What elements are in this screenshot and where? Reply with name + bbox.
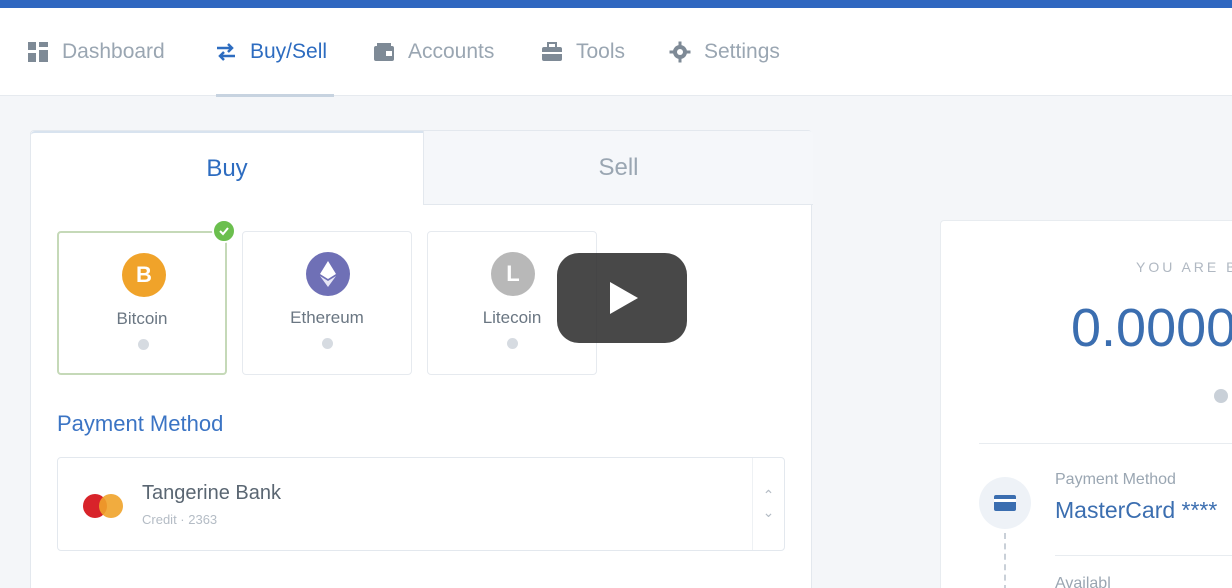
nav-dashboard[interactable]: Dashboard	[26, 36, 165, 68]
coin-option-bitcoin[interactable]: B Bitcoin	[57, 231, 227, 375]
active-tab-indicator	[216, 94, 334, 97]
play-icon	[610, 282, 638, 314]
dashboard-icon	[26, 40, 50, 64]
briefcase-icon	[540, 40, 564, 64]
nav-label: Settings	[704, 40, 780, 63]
bitcoin-icon: B	[122, 253, 166, 297]
buy-sell-card: Buy Sell B Bitcoin Ethereum L Litecoin P…	[30, 130, 813, 588]
currency-dot	[1214, 389, 1228, 403]
payment-method-select[interactable]: Tangerine Bank Credit · 2363 ⌃ ⌄	[57, 457, 785, 551]
swap-icon	[214, 40, 238, 64]
status-dot	[322, 338, 333, 349]
coin-name: Bitcoin	[116, 309, 168, 328]
tab-buy[interactable]: Buy	[31, 131, 423, 205]
ethereum-icon	[306, 252, 350, 296]
main-navigation: Dashboard Buy/Sell Accounts Tools Settin…	[0, 8, 1232, 97]
credit-card-icon	[979, 477, 1031, 529]
payment-card-detail: Credit · 2363	[142, 512, 218, 527]
status-dot	[138, 339, 149, 350]
coin-option-ethereum[interactable]: Ethereum	[242, 231, 412, 375]
summary-payment-value: MasterCard ****	[1055, 497, 1218, 523]
chevron-updown-icon: ⌃ ⌄	[752, 458, 784, 550]
payment-bank-name: Tangerine Bank	[142, 482, 281, 504]
order-summary-card: YOU ARE B 0.0000 Payment Method MasterCa…	[940, 220, 1232, 588]
summary-available-label: Availabl	[1055, 575, 1111, 588]
divider	[979, 443, 1232, 444]
nav-accounts[interactable]: Accounts	[372, 36, 494, 68]
payment-method-heading: Payment Method	[57, 411, 224, 436]
top-accent-bar	[0, 0, 1232, 8]
nav-label: Buy/Sell	[250, 40, 328, 63]
nav-label: Dashboard	[62, 40, 165, 63]
litecoin-icon: L	[491, 252, 535, 296]
divider	[1055, 555, 1232, 556]
summary-payment-label: Payment Method	[1055, 471, 1176, 488]
selected-check-icon	[212, 219, 236, 243]
gear-icon	[668, 40, 692, 64]
play-button[interactable]	[557, 253, 687, 343]
coin-name: Ethereum	[290, 308, 364, 327]
nav-tools[interactable]: Tools	[540, 36, 625, 68]
summary-title: YOU ARE B	[1136, 259, 1232, 275]
nav-buy-sell[interactable]: Buy/Sell	[214, 36, 327, 68]
tab-sell[interactable]: Sell	[423, 131, 813, 205]
nav-label: Tools	[576, 40, 626, 63]
timeline-connector	[1004, 533, 1006, 588]
nav-label: Accounts	[408, 40, 495, 63]
status-dot	[507, 338, 518, 349]
nav-settings[interactable]: Settings	[668, 36, 780, 68]
wallet-icon	[372, 40, 396, 64]
summary-amount: 0.0000	[1071, 298, 1232, 358]
mastercard-icon	[83, 494, 123, 518]
